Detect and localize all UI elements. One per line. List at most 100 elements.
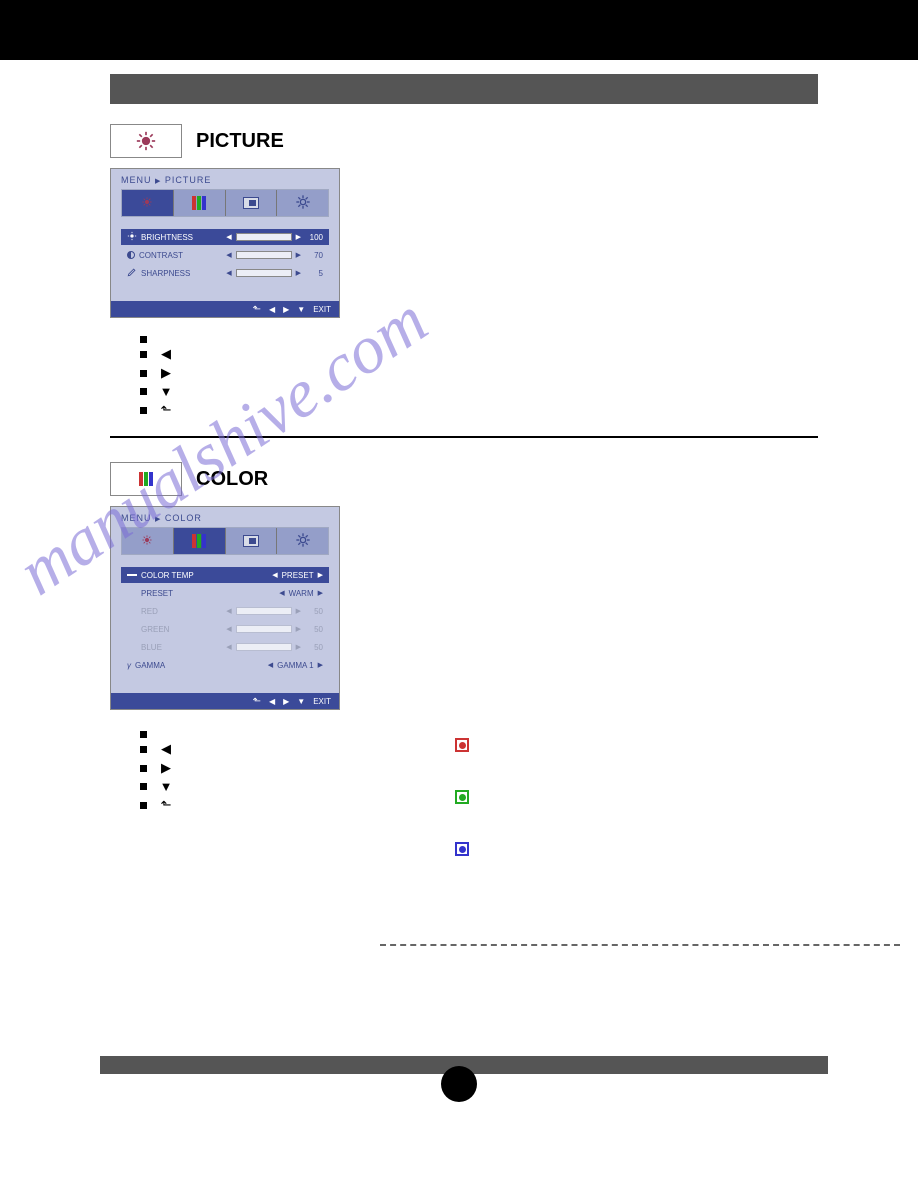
blue-swatch-icon (455, 842, 469, 856)
top-bar (0, 0, 918, 60)
tab-settings[interactable] (277, 190, 328, 216)
contrast-label: CONTRAST (139, 251, 183, 260)
left-arrow-icon[interactable]: ◀ (226, 233, 231, 241)
return-up-icon: ⬑ (157, 797, 175, 813)
screen-icon (243, 197, 259, 209)
breadcrumb-menu: MENU (121, 175, 152, 185)
color-instructions: ◀ ▶ ▼ ⬑ (140, 728, 175, 876)
gamma-value: GAMMA 1 (277, 661, 313, 670)
right-arrow-icon[interactable]: ▶ (296, 233, 301, 241)
picture-title: PICTURE (196, 130, 284, 153)
blue-value: 50 (305, 643, 323, 652)
left-arrow-icon[interactable]: ◀ (226, 251, 231, 259)
left-arrow-icon[interactable]: ◀ (269, 697, 275, 706)
return-up-icon[interactable]: ⬑ (253, 696, 261, 707)
return-up-icon[interactable]: ⬑ (253, 304, 261, 315)
gear-icon (295, 194, 311, 212)
contrast-value: 70 (305, 251, 323, 260)
tab-settings[interactable] (277, 528, 328, 554)
right-arrow-icon: ▶ (296, 643, 301, 651)
rgb-bars-icon (139, 472, 153, 486)
pencil-icon (127, 267, 137, 279)
right-arrow-icon[interactable]: ▶ (283, 697, 289, 706)
row-green: GREEN ◀ ▶ 50 (121, 621, 329, 637)
row-preset[interactable]: PRESET ◀ WARM ▶ (121, 585, 329, 601)
red-swatch-icon (455, 738, 469, 752)
brightness-label: BRIGHTNESS (141, 233, 193, 242)
right-arrow-icon: ▶ (296, 607, 301, 615)
row-gamma[interactable]: γ GAMMA ◀ GAMMA 1 ▶ (121, 657, 329, 673)
tab-picture[interactable] (122, 190, 174, 216)
row-colortemp[interactable]: COLOR TEMP ◀ PRESET ▶ (121, 567, 329, 583)
swatch-red (455, 738, 469, 752)
bullet-icon (140, 783, 147, 790)
osd-footer-nav: ⬑ ◀ ▶ ▼ EXIT (111, 693, 339, 709)
left-arrow-icon[interactable]: ◀ (269, 305, 275, 314)
row-brightness[interactable]: BRIGHTNESS ◀ ▶ 100 (121, 229, 329, 245)
right-arrow-icon: ▶ (157, 365, 175, 381)
colortemp-value: PRESET (282, 571, 314, 580)
left-arrow-icon[interactable]: ◀ (268, 661, 273, 669)
blue-label: BLUE (141, 643, 162, 652)
sharpness-slider[interactable] (236, 269, 292, 277)
rgb-bars-icon (192, 534, 206, 548)
right-arrow-icon[interactable]: ▶ (283, 305, 289, 314)
red-label: RED (141, 607, 158, 616)
left-arrow-icon: ◀ (157, 346, 175, 362)
picture-tab-row (121, 189, 329, 217)
left-arrow-icon: ◀ (226, 607, 231, 615)
tab-screen[interactable] (226, 190, 278, 216)
red-value: 50 (305, 607, 323, 616)
right-arrow-icon[interactable]: ▶ (296, 269, 301, 277)
gamma-label: GAMMA (135, 661, 165, 670)
down-arrow-icon[interactable]: ▼ (297, 697, 305, 706)
picture-icon-box (110, 124, 182, 158)
left-arrow-icon[interactable]: ◀ (226, 269, 231, 277)
chevron-right-icon: ▶ (155, 516, 161, 523)
breadcrumb-menu: MENU (121, 513, 152, 523)
tab-picture[interactable] (122, 528, 174, 554)
tab-color[interactable] (174, 190, 226, 216)
breadcrumb-picture: PICTURE (165, 175, 212, 185)
row-red: RED ◀ ▶ 50 (121, 603, 329, 619)
return-up-icon: ⬑ (157, 402, 175, 418)
dash-icon (127, 574, 137, 576)
colortemp-label: COLOR TEMP (141, 571, 194, 580)
bullet-icon (140, 407, 147, 414)
picture-section-header: PICTURE (110, 124, 818, 158)
tab-screen[interactable] (226, 528, 278, 554)
right-arrow-icon[interactable]: ▶ (318, 661, 323, 669)
contrast-icon (127, 251, 135, 259)
swatch-green (455, 790, 469, 804)
down-arrow-icon[interactable]: ▼ (297, 305, 305, 314)
bullet-icon (140, 765, 147, 772)
contrast-slider[interactable] (236, 251, 292, 259)
exit-label[interactable]: EXIT (313, 305, 331, 314)
green-label: GREEN (141, 625, 169, 634)
left-arrow-icon[interactable]: ◀ (279, 589, 284, 597)
right-arrow-icon[interactable]: ▶ (296, 251, 301, 259)
row-sharpness[interactable]: SHARPNESS ◀ ▶ 5 (121, 265, 329, 281)
bullet-icon (140, 746, 147, 753)
brightness-sun-icon (142, 197, 152, 209)
left-arrow-icon[interactable]: ◀ (272, 571, 277, 579)
down-arrow-icon: ▼ (157, 779, 175, 794)
screen-icon (243, 535, 259, 547)
right-arrow-icon[interactable]: ▶ (318, 589, 323, 597)
brightness-slider[interactable] (236, 233, 292, 241)
right-arrow-icon[interactable]: ▶ (318, 571, 323, 579)
green-slider (236, 625, 292, 633)
brightness-value: 100 (305, 233, 323, 242)
exit-label[interactable]: EXIT (313, 697, 331, 706)
row-contrast[interactable]: CONTRAST ◀ ▶ 70 (121, 247, 329, 263)
color-breadcrumb: MENU ▶ COLOR (121, 513, 329, 523)
page-number-circle (441, 1066, 477, 1102)
osd-footer-nav: ⬑ ◀ ▶ ▼ EXIT (111, 301, 339, 317)
header-grey-bar (110, 74, 818, 104)
tab-color[interactable] (174, 528, 226, 554)
picture-osd-panel: MENU ▶ PICTURE (110, 168, 340, 318)
right-arrow-icon: ▶ (296, 625, 301, 633)
brightness-sun-icon (142, 535, 152, 547)
bullet-icon (140, 802, 147, 809)
sharpness-label: SHARPNESS (141, 269, 190, 278)
